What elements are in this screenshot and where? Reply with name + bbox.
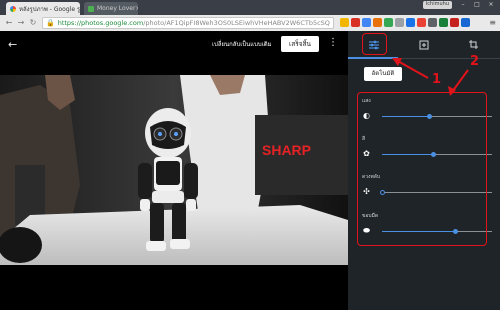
tab-filters[interactable] [413,37,435,53]
active-tab-indicator [348,57,398,59]
money-lover-favicon-icon [88,5,94,12]
lock-icon: 🔒 [46,19,55,27]
sharp-sign: SHARP [262,142,311,158]
back-arrow-icon[interactable]: ← [8,38,17,51]
browser-titlebar: หลังรูปภาพ - Google รูปภาพ × Money Lover… [0,0,500,15]
annotation-label-1: 1 [432,72,442,87]
add-frame-icon [419,40,429,50]
reload-icon[interactable]: ↻ [27,17,39,29]
tab-label: Money Lover [97,5,136,12]
google-photos-favicon-icon [10,5,16,12]
editor-header: ← เปลี่ยนกลับเป็นแบบเดิม เสร็จสิ้น ⋮ [0,31,348,57]
browser-toolbar: ← → ↻ 🔒 https://photos.google.com/photo/… [0,15,500,31]
annotation-label-2: 2 [470,54,480,69]
auto-button[interactable]: อัตโนมัติ [364,67,402,81]
office-icon[interactable] [373,18,382,27]
extension-icon[interactable] [384,18,393,27]
annotation-box-1 [362,33,387,55]
maximize-icon[interactable]: □ [470,0,484,9]
revert-to-original-button[interactable]: เปลี่ยนกลับเป็นแบบเดิม [212,39,272,49]
tab-crop-rotate[interactable] [462,37,484,53]
back-icon[interactable]: ← [3,17,15,29]
tab-label: หลังรูปภาพ - Google รูปภาพ [19,5,80,13]
close-window-icon[interactable]: × [484,0,498,9]
url-text: https://photos.google.com/photo/AF1QipFI… [57,19,330,27]
extension-icon[interactable] [461,18,470,27]
forward-icon[interactable]: → [15,17,27,29]
extension-icon[interactable] [362,18,371,27]
tab-google-photos[interactable]: หลังรูปภาพ - Google รูปภาพ × [6,2,80,15]
extension-icon[interactable] [351,18,360,27]
crop-rotate-icon [468,40,478,49]
minimize-icon[interactable]: – [456,0,470,9]
tab-money-lover[interactable]: Money Lover × [84,2,138,15]
chrome-menu-icon[interactable]: ≡ [489,18,496,27]
extension-icon[interactable] [417,18,426,27]
profile-chip[interactable]: Ichimuhu [422,1,452,9]
address-bar[interactable]: 🔒 https://photos.google.com/photo/AF1Qip… [42,17,334,29]
extension-icon[interactable] [450,18,459,27]
more-options-icon[interactable]: ⋮ [328,37,338,48]
annotation-box-2 [357,92,487,246]
close-tab-icon[interactable]: × [135,5,138,12]
done-button[interactable]: เสร็จสิ้น [281,36,319,52]
extension-icon[interactable] [395,18,404,27]
edited-photo: SHARP [0,75,348,265]
extension-icon[interactable] [406,18,415,27]
bookmark-star-icon[interactable] [340,18,349,27]
extension-icon[interactable] [439,18,448,27]
extension-icon[interactable] [428,18,437,27]
photo-editor-canvas: ← เปลี่ยนกลับเป็นแบบเดิม เสร็จสิ้น ⋮ SHA… [0,31,348,310]
extension-bar [340,18,470,27]
editor-bottom-area [0,268,348,310]
